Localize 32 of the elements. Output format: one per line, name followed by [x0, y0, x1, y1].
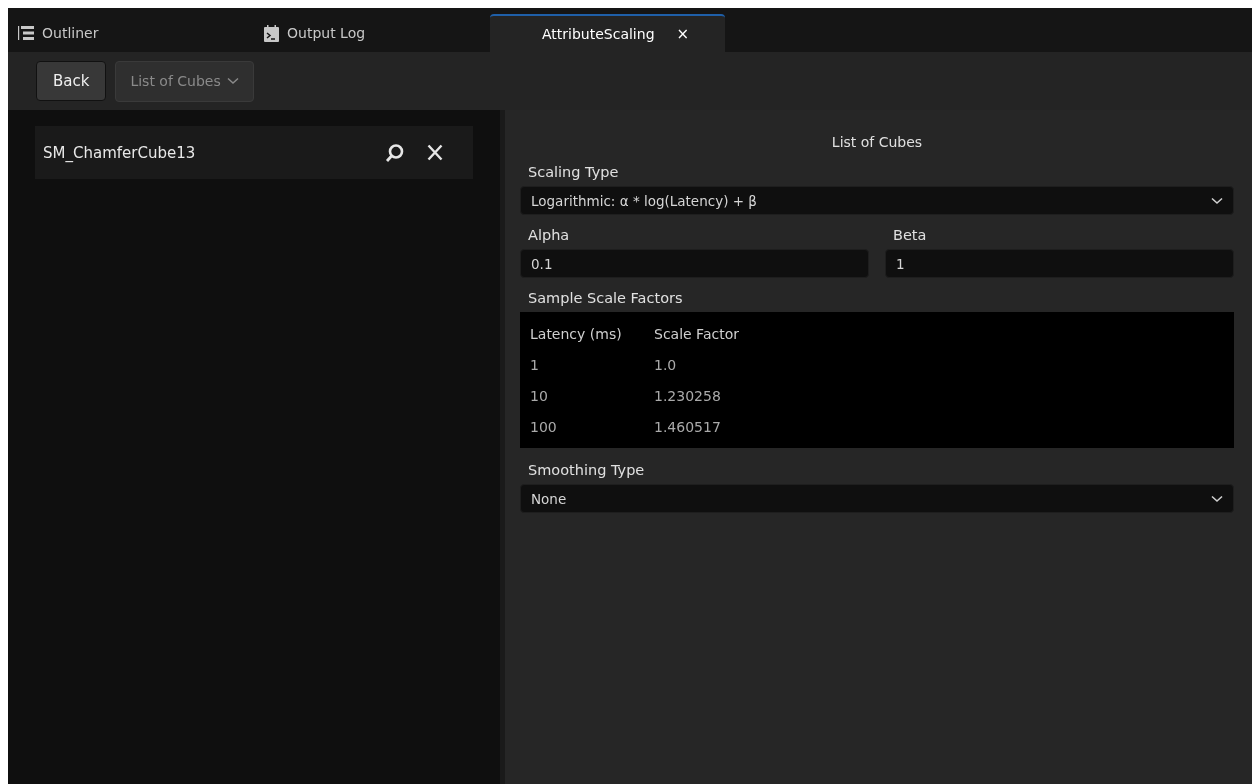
field-label: Smoothing Type	[527, 461, 646, 480]
chevron-down-icon	[226, 77, 239, 85]
close-button[interactable]: ×	[676, 25, 690, 43]
close-icon[interactable]	[427, 144, 443, 161]
section-label: Sample Scale Factors	[527, 289, 684, 308]
column-header: Latency (ms)	[530, 325, 623, 342]
table-cell-text: 10	[530, 387, 549, 404]
back-button[interactable]: Back	[36, 61, 107, 101]
field-label: Beta	[892, 226, 928, 245]
search-icon[interactable]	[385, 142, 405, 163]
beta-input[interactable]: 1	[885, 249, 1234, 278]
table-cell-text: 100	[530, 418, 558, 435]
field-label: Scaling Type	[527, 163, 620, 182]
table-cell-text: 1.0	[654, 356, 678, 373]
panel-title: List of Cubes	[830, 133, 924, 152]
tab[interactable]: Outliner	[8, 14, 254, 52]
field-label: Alpha	[527, 226, 571, 245]
alpha-input[interactable]: 0.1	[520, 249, 869, 278]
cube-list-item[interactable]: SM_ChamferCube13	[35, 126, 473, 179]
table-cell-text: 1.230258	[654, 387, 722, 404]
tab[interactable]: Output Log	[254, 14, 490, 52]
chevron-down-icon	[1211, 196, 1223, 205]
column-header: Scale Factor	[654, 325, 739, 342]
table-cell-text: 1	[530, 356, 540, 373]
terminal-icon	[264, 24, 279, 42]
scaling-type-dropdown[interactable]: Logarithmic: α * log(Latency) + β	[520, 186, 1234, 215]
list-icon	[18, 26, 34, 40]
smoothing-type-dropdown[interactable]: None	[520, 484, 1234, 513]
table-cell-text: 1.460517	[654, 418, 722, 435]
chevron-down-icon	[1211, 494, 1223, 503]
tab[interactable]: AttributeScaling ×	[490, 14, 725, 52]
item-name: SM_ChamferCube13	[43, 143, 197, 162]
